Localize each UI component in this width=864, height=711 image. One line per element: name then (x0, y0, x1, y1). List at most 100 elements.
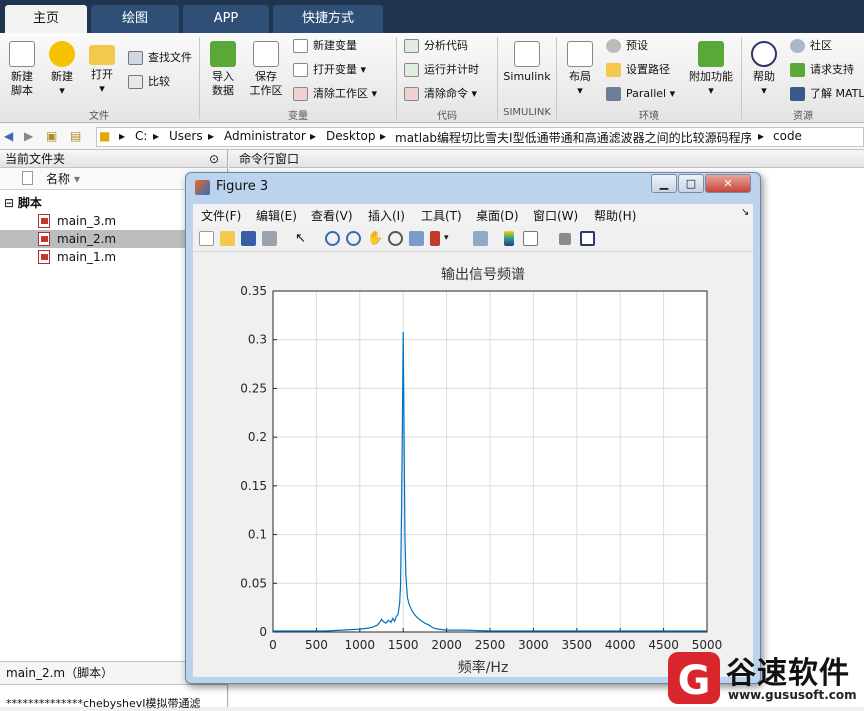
menu-insert[interactable]: 插入(I) (368, 207, 405, 224)
new-variable-button[interactable]: 新建变量 (293, 37, 357, 55)
pointer-icon[interactable]: ↖ (295, 231, 310, 246)
analyze-code-button[interactable]: 分析代码 (404, 37, 468, 55)
open-file-icon[interactable] (220, 231, 235, 246)
menu-view[interactable]: 查看(V) (311, 207, 353, 224)
print-icon[interactable] (262, 231, 277, 246)
help-button[interactable]: 帮助 ▾ (747, 41, 781, 98)
parallel-button[interactable]: Parallel ▾ (606, 85, 675, 103)
zoom-out-icon[interactable] (346, 231, 361, 246)
zoom-in-icon[interactable] (325, 231, 340, 246)
x-tick-label: 4000 (605, 638, 636, 652)
new-script-button[interactable]: 新建 脚本 (6, 41, 38, 98)
learn-matlab-button[interactable]: 了解 MATL (790, 85, 864, 103)
menu-desktop[interactable]: 桌面(D) (476, 207, 519, 224)
y-tick-label: 0.35 (240, 284, 267, 298)
hide-tools-icon[interactable] (559, 233, 571, 245)
back-arrow-icon[interactable]: ◀ (4, 129, 13, 143)
pan-hand-icon[interactable]: ✋ (367, 231, 383, 246)
figure-menu-bar: 文件(F) 编辑(E) 查看(V) 插入(I) 工具(T) 桌面(D) 窗口(W… (193, 204, 753, 226)
tab-shortcuts[interactable]: 快捷方式 (273, 5, 383, 33)
x-tick-label: 0 (269, 638, 277, 652)
chevron-down-icon: ▾ (708, 84, 714, 97)
community-button[interactable]: 社区 (790, 37, 832, 55)
clear-commands-button[interactable]: 清除命令 ▾ (404, 85, 477, 103)
add-ons-button[interactable]: 附加功能 ▾ (686, 41, 736, 98)
path-segment[interactable]: Users (169, 129, 203, 143)
help-icon (751, 41, 777, 67)
find-files-icon (128, 51, 143, 65)
brush-icon[interactable] (430, 231, 440, 246)
dock-arrow-icon[interactable]: ↘ (741, 207, 749, 218)
analyze-icon (404, 39, 419, 53)
show-tools-icon[interactable] (580, 231, 595, 246)
menu-edit[interactable]: 编辑(E) (256, 207, 297, 224)
watermark: G 谷速软件 www.gususoft.com (666, 646, 864, 707)
path-segment[interactable]: C: (135, 129, 147, 143)
clear-workspace-button[interactable]: 清除工作区 ▾ (293, 85, 377, 103)
forward-arrow-icon[interactable]: ▶ (24, 129, 33, 143)
plot-area: 输出信号频谱 频率/Hz 0 500 1000 1500 2000 2500 3000 350… (193, 252, 753, 677)
chevron-down-icon: ▾ (471, 87, 478, 100)
x-tick-label: 2500 (475, 638, 506, 652)
x-tick-label: 500 (305, 638, 328, 652)
spectrum-chart[interactable]: 输出信号频谱 频率/Hz 0 500 1000 1500 2000 2500 3000 350… (193, 252, 753, 677)
menu-window[interactable]: 窗口(W) (533, 207, 578, 224)
menu-file[interactable]: 文件(F) (201, 207, 241, 224)
section-simulink: SIMULINK (503, 107, 551, 118)
path-field[interactable]: ■ ▸ C: ▸ Users ▸ Administrator ▸ Desktop… (96, 127, 864, 147)
close-button[interactable]: ✕ (705, 174, 751, 193)
path-segment[interactable]: Desktop (326, 129, 376, 143)
tab-plots[interactable]: 绘图 (91, 5, 179, 33)
rotate-3d-icon[interactable] (388, 231, 403, 246)
open-variable-button[interactable]: 打开变量 ▾ (293, 61, 366, 79)
colorbar-icon[interactable] (504, 231, 514, 246)
save-workspace-button[interactable]: 保存 工作区 (246, 41, 286, 98)
open-button[interactable]: 打开 ▾ (84, 41, 120, 96)
maximize-button[interactable]: □ (678, 174, 704, 193)
compare-button[interactable]: 比较 (128, 73, 170, 91)
gear-icon (606, 39, 621, 53)
legend-icon[interactable] (523, 231, 538, 246)
simulink-button[interactable]: Simulink (502, 41, 552, 84)
run-and-time-button[interactable]: 运行并计时 (404, 61, 479, 79)
simulink-icon (514, 41, 540, 67)
find-files-button[interactable]: 查找文件 (128, 49, 192, 67)
import-data-button[interactable]: 导入 数据 (206, 41, 240, 98)
compare-icon (128, 75, 143, 89)
new-button[interactable]: 新建 ▾ (44, 41, 80, 98)
figure-window[interactable]: Figure 3 ▁ □ ✕ 文件(F) 编辑(E) 查看(V) 插入(I) 工… (185, 172, 761, 684)
browse-folder-icon[interactable]: ▤ (70, 129, 81, 143)
save-icon[interactable] (241, 231, 256, 246)
x-tick-label: 1000 (345, 638, 376, 652)
preferences-button[interactable]: 预设 (606, 37, 648, 55)
minimize-button[interactable]: ▁ (651, 174, 677, 193)
data-cursor-icon[interactable] (409, 231, 424, 246)
panel-menu-icon[interactable]: ⊙ (209, 150, 219, 168)
community-icon (790, 39, 805, 53)
folder-icon: ■ (99, 129, 111, 143)
tab-home[interactable]: 主页 (5, 5, 87, 33)
path-segment[interactable]: Administrator (224, 129, 306, 143)
layout-button[interactable]: 布局 ▾ (563, 41, 597, 98)
y-tick-label: 0.3 (248, 333, 267, 347)
menu-tools[interactable]: 工具(T) (421, 207, 462, 224)
import-icon (210, 41, 236, 67)
y-tick-label: 0.1 (248, 528, 267, 542)
chevron-down-icon[interactable]: ▾ (444, 231, 459, 246)
request-support-button[interactable]: 请求支持 (790, 61, 854, 79)
path-segment[interactable]: code (773, 129, 802, 143)
link-plot-icon[interactable] (473, 231, 488, 246)
folder-node[interactable]: ⊟ 脚本 (4, 194, 42, 211)
toolstrip-tabs: 主页 绘图 APP 快捷方式 (0, 0, 864, 33)
new-script-icon (9, 41, 35, 67)
new-figure-icon[interactable] (199, 231, 214, 246)
path-segment[interactable]: matlab编程切比雪夫I型低通带通和高通滤波器之间的比较源码程序 (395, 129, 751, 146)
folder-icon (606, 63, 621, 77)
add-ons-icon (698, 41, 724, 67)
menu-help[interactable]: 帮助(H) (594, 207, 636, 224)
section-environment: 环境 (639, 111, 659, 122)
chevron-down-icon: ▾ (371, 87, 378, 100)
tab-apps[interactable]: APP (183, 5, 269, 33)
set-path-button[interactable]: 设置路径 (606, 61, 670, 79)
up-folder-icon[interactable]: ▣ (46, 129, 57, 143)
